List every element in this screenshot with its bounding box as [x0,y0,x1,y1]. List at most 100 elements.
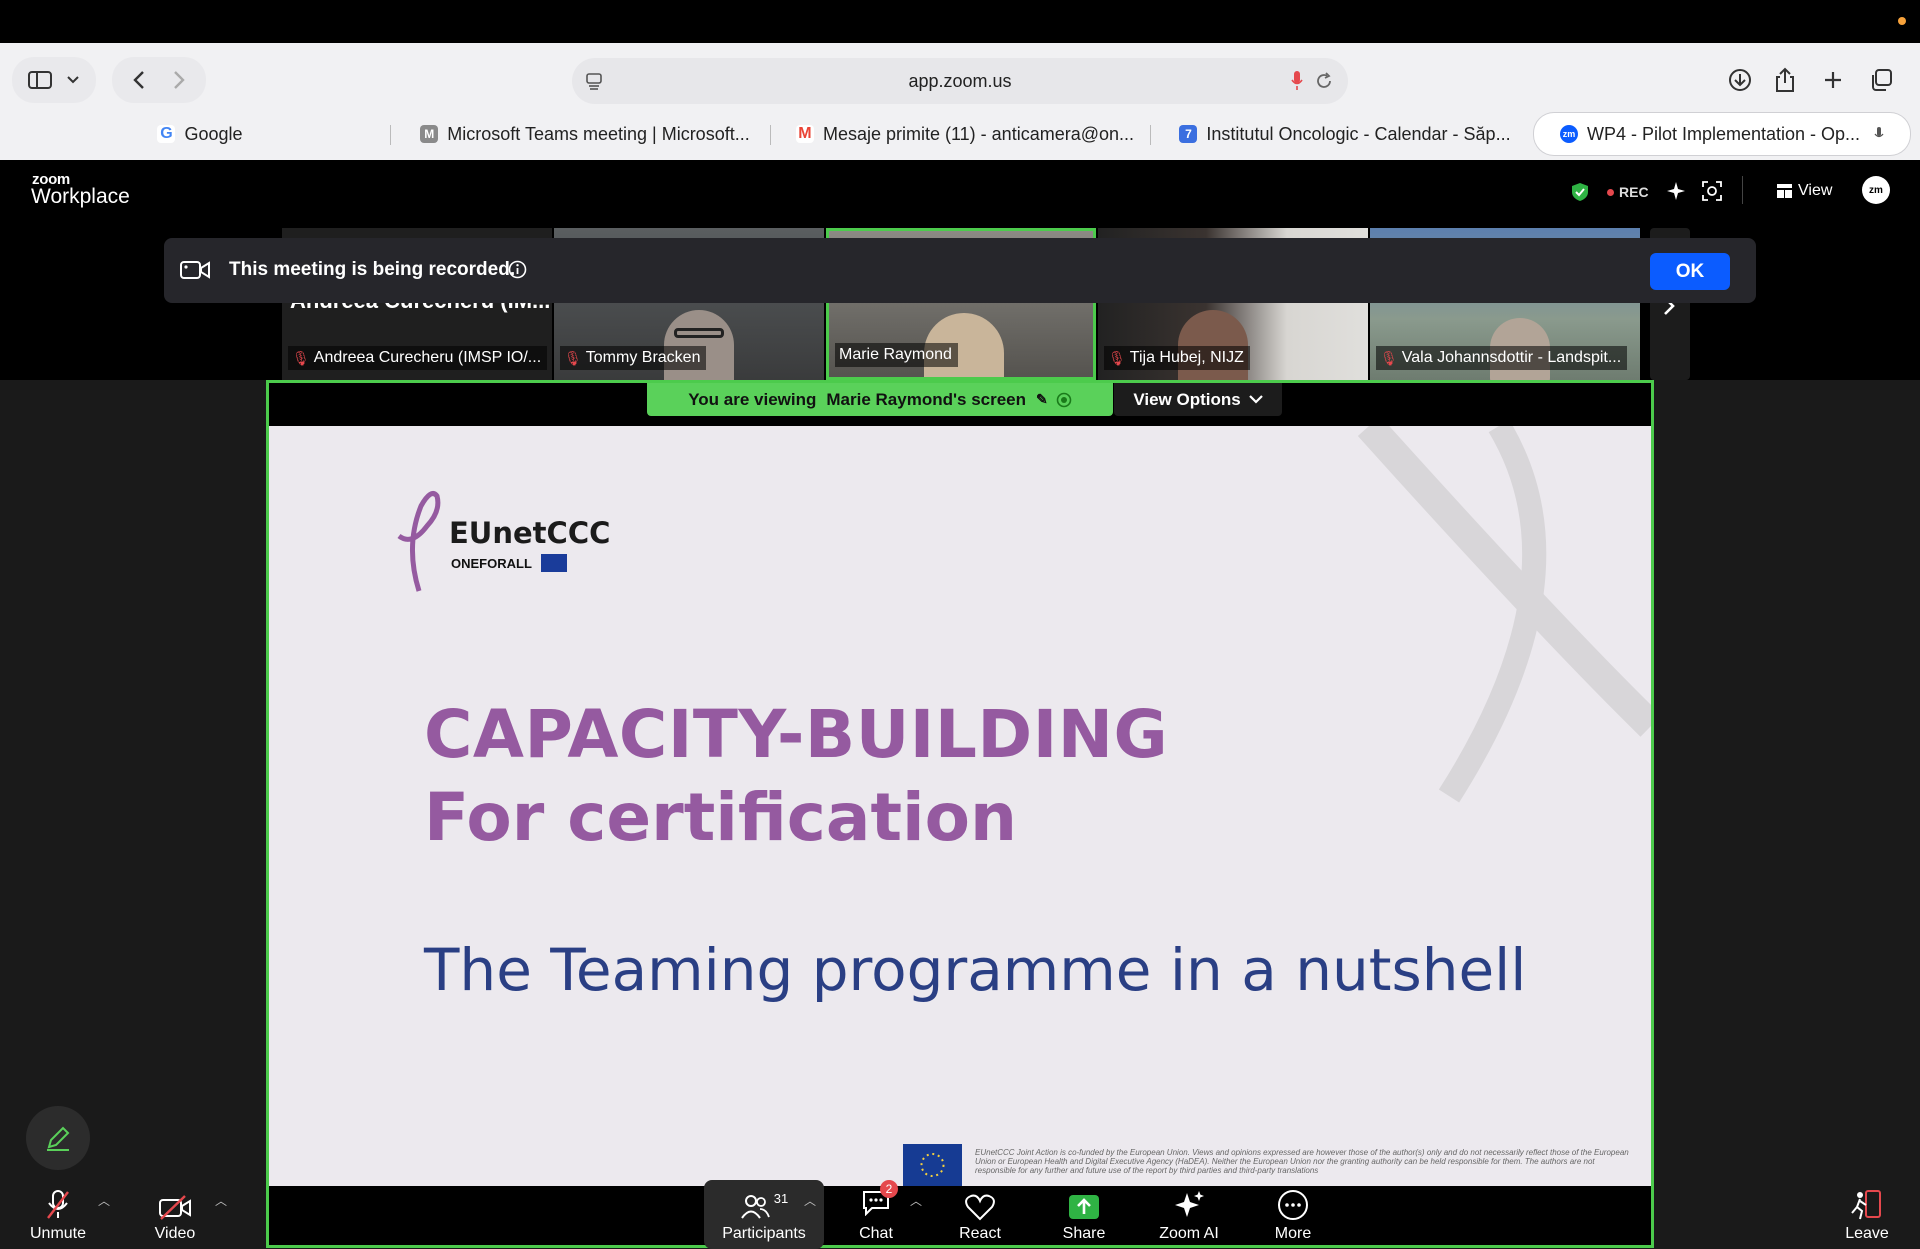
zoom-logo-workplace: Workplace [31,185,130,208]
participants-options-caret[interactable]: ︿ [804,1192,816,1209]
tab-teams[interactable]: M Microsoft Teams meeting | Microsoft... [400,113,770,155]
system-status-bar [0,0,1920,43]
tab-label: Institutul Oncologic - Calendar - Săp... [1206,123,1511,144]
viewing-indicator: You are viewing Marie Raymond's screen ✎ [647,383,1113,416]
participant-name-label: 🎙 Tija Hubej, NIJZ [1104,346,1250,370]
address-bar[interactable]: app.zoom.us [572,58,1348,104]
participant-name-label: Marie Raymond [835,343,958,367]
muted-mic-icon: 🎙 [1108,349,1126,366]
header-divider [1742,176,1743,204]
ai-sparkle-icon [1175,1191,1204,1217]
participant-name: Andreea Curecheru (IMSP IO/... [313,349,542,366]
view-options-button[interactable]: View Options [1114,383,1282,416]
reload-icon[interactable] [1314,71,1334,91]
participant-name: Marie Raymond [839,346,952,363]
chat-button[interactable]: 2 Chat [831,1180,921,1249]
tab-label: Microsoft Teams meeting | Microsoft... [447,123,750,144]
more-label: More [1274,1225,1312,1242]
sidebar-toggle-button[interactable] [12,57,96,103]
url-text: app.zoom.us [908,71,1012,91]
participant-name: Tija Hubej, NIJZ [1129,349,1244,366]
audio-options-caret[interactable]: ︿ [98,1192,110,1209]
downloads-button[interactable] [1720,60,1760,100]
tab-gmail[interactable]: M Mesaje primite (11) - anticamera@on... [780,113,1150,155]
forward-button[interactable] [159,70,199,90]
eunetccc-logo-text: EUnetCCC [449,516,611,550]
chat-options-caret[interactable]: ︿ [910,1192,922,1209]
grid-view-icon [1777,184,1792,198]
leave-button[interactable]: Leave [1822,1180,1912,1249]
viewing-prefix: You are viewing [688,389,817,409]
tab-google[interactable]: G Google [10,113,390,155]
tab-overview-button[interactable] [1861,60,1901,100]
tab-label: WP4 - Pilot Implementation - Op... [1586,123,1861,144]
video-camera-icon [180,261,210,279]
capture-icon[interactable] [1702,181,1722,201]
tab-microphone-icon [1874,127,1884,138]
sidebar-icon [28,71,52,89]
share-screen-button[interactable]: Share [1039,1180,1129,1249]
browser-chrome: app.zoom.us G Google M Microsoft Teams m… [0,43,1920,160]
tab-zoom-active[interactable]: zm WP4 - Pilot Implementation - Op... [1534,113,1910,155]
tab-calendar[interactable]: 7 Institutul Oncologic - Calendar - Săp.… [1160,113,1530,155]
zoom-ai-label: Zoom AI [1159,1225,1219,1242]
tab-separator [770,125,771,145]
participant-name: Tommy Bracken [585,349,701,366]
participants-button[interactable]: 31 Participants [718,1180,810,1249]
chat-unread-badge: 2 [880,1180,898,1198]
meeting-toolbar: Unmute ︿ Video ︿ 31 Participants ︿ 2 Cha… [0,1180,1920,1249]
funding-disclaimer-text: EUnetCCC Joint Action is co-funded by th… [975,1148,1629,1175]
tab-label: Mesaje primite (11) - anticamera@on... [822,123,1135,144]
muted-mic-icon: 🎙 [1380,349,1398,366]
microphone-icon[interactable] [1290,70,1304,92]
participant-name: Vala Johannsdottir - Landspit... [1401,349,1622,366]
sparkle-icon[interactable] [1667,182,1685,200]
info-icon[interactable] [508,260,527,279]
more-button[interactable]: More [1248,1180,1338,1249]
video-label: Video [154,1225,196,1242]
video-options-caret[interactable]: ︿ [215,1192,227,1209]
encryption-shield-icon[interactable] [1571,182,1589,202]
chevron-right-icon [174,71,185,89]
react-button[interactable]: React [935,1180,1025,1249]
recording-status[interactable]: REC [1607,184,1649,200]
video-off-icon [159,1195,191,1220]
view-button[interactable]: View [1777,182,1832,200]
participant-name-label: 🎙 Andreea Curecheru (IMSP IO/... [288,346,548,370]
view-options-label: View Options [1133,389,1241,409]
chat-label: Chat [859,1225,893,1242]
rec-dot-icon [1607,188,1614,196]
video-button[interactable]: Video [130,1180,220,1249]
tab-bar: G Google M Microsoft Teams meeting | Mic… [10,113,1910,155]
back-button[interactable] [119,70,159,90]
unmute-label: Unmute [29,1225,87,1242]
participant-name-label: 🎙 Vala Johannsdottir - Landspit... [1376,346,1628,370]
nav-buttons [112,57,206,103]
recording-notice-banner: This meeting is being recorded. OK [164,238,1756,303]
decorative-ribbon-shape [1357,426,1651,803]
google-icon: G [157,125,176,143]
tabs-overview-icon [1872,69,1892,91]
chevron-down-icon [1248,395,1263,404]
unmute-button[interactable]: Unmute [13,1180,103,1249]
heart-icon [965,1194,995,1221]
eunetccc-ribbon-logo-icon [397,491,441,592]
recording-indicator-dot [1898,17,1906,25]
muted-mic-icon: 🎙 [564,349,582,366]
download-icon [1729,69,1751,91]
view-label: View [1798,182,1833,199]
share-page-button[interactable] [1765,60,1805,100]
more-icon [1278,1190,1308,1220]
new-tab-button[interactable] [1813,60,1853,100]
annotate-button[interactable] [26,1106,90,1170]
zoom-icon: zm [1559,125,1578,143]
zoom-ai-button[interactable]: Zoom AI [1144,1180,1234,1249]
ok-button[interactable]: OK [1650,253,1730,290]
leave-icon [1851,1190,1881,1220]
muted-mic-icon: 🎙 [292,349,310,366]
rec-label: REC [1619,184,1649,200]
account-avatar[interactable]: zm [1862,176,1890,204]
pencil-icon [47,1126,70,1151]
leave-label: Leave [1845,1225,1889,1242]
tab-label: Google [184,123,243,144]
